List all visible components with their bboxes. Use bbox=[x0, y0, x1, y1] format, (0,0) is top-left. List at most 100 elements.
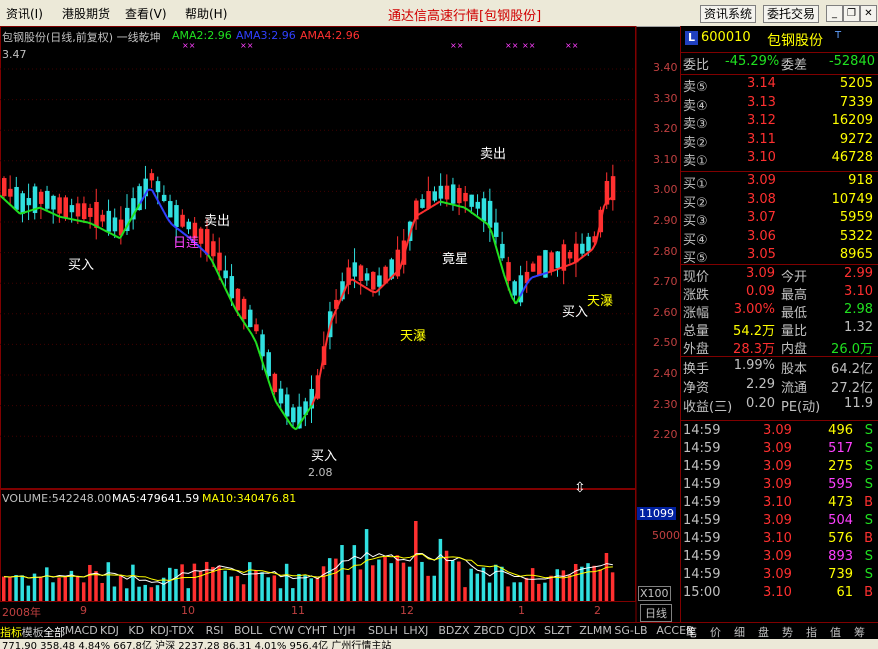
indicator-tab[interactable]: CYW bbox=[269, 624, 294, 637]
indicator-tab[interactable]: MACD bbox=[65, 624, 98, 637]
close-icon[interactable]: ✕ bbox=[860, 5, 877, 22]
panel-tab[interactable]: 势 bbox=[782, 624, 793, 640]
price-tick: 3.40 bbox=[653, 61, 678, 74]
volume-bar bbox=[51, 582, 55, 601]
volume-bar bbox=[180, 564, 184, 601]
indicator-tab[interactable]: LHXJ bbox=[403, 624, 428, 637]
volume-bar bbox=[161, 577, 166, 601]
annotation-tianpu-1: 天瀑 bbox=[400, 329, 427, 344]
volume-bar bbox=[20, 575, 24, 601]
t-badge-icon: T bbox=[835, 30, 842, 41]
restore-icon[interactable]: ❐ bbox=[843, 5, 860, 22]
indicator-tab[interactable]: KDJ-TDX bbox=[150, 624, 194, 637]
candle-body bbox=[63, 197, 68, 218]
volume-bar bbox=[229, 576, 234, 601]
indicator-tab[interactable]: BDZX bbox=[438, 624, 469, 637]
indicator-tab[interactable]: CYHT bbox=[298, 624, 327, 637]
price-tick: 2.90 bbox=[653, 214, 678, 227]
quote-panel: L 600010 包钢股份 T 委比 -45.29% 委差 -52840 卖⑤ 3… bbox=[680, 26, 878, 622]
indicator-tab[interactable]: SDLH bbox=[368, 624, 398, 637]
volume-bar bbox=[137, 586, 141, 601]
indicator-tab[interactable]: 全部 bbox=[43, 624, 65, 640]
volume-bar bbox=[401, 562, 406, 601]
price-tick: 3.20 bbox=[653, 122, 678, 136]
price-tick: 2.30 bbox=[653, 397, 678, 411]
trade-button[interactable]: 委托交易 bbox=[763, 5, 820, 23]
indicator-tab[interactable]: SG-LB bbox=[614, 624, 647, 637]
candle-body bbox=[217, 252, 222, 271]
indicator-tab[interactable]: ZBCD bbox=[474, 624, 505, 637]
indicator-tab[interactable]: KDJ bbox=[100, 624, 119, 637]
volume-bar bbox=[567, 574, 572, 601]
panel-tab[interactable]: 细 bbox=[734, 624, 745, 640]
candle-body bbox=[580, 243, 585, 254]
indicator-tab[interactable]: RSI bbox=[206, 624, 224, 637]
candle-body bbox=[94, 202, 99, 228]
panel-tab[interactable]: 指 bbox=[806, 624, 817, 640]
ask-row: 卖③ 3.12 16209 bbox=[683, 113, 873, 132]
volume-bar bbox=[371, 565, 375, 601]
indicator-tab[interactable]: SLZT bbox=[544, 624, 571, 637]
indicator-tab[interactable]: LYJH bbox=[333, 624, 356, 637]
candle-body bbox=[364, 273, 370, 281]
volume-bar bbox=[284, 563, 289, 601]
candle-body bbox=[180, 214, 185, 227]
x-label-oct: 10 bbox=[181, 604, 195, 617]
panel-tab[interactable]: 笔 bbox=[686, 624, 697, 640]
tick-row: 15:00 3.10 61 B bbox=[683, 585, 873, 600]
volume-bar bbox=[100, 582, 104, 601]
volume-unit: X100 bbox=[638, 586, 671, 601]
volume-bar bbox=[543, 582, 547, 601]
panel-tab[interactable]: 价 bbox=[710, 624, 721, 640]
indicator-tab[interactable]: BOLL bbox=[234, 624, 262, 637]
indicator-tab[interactable]: 指标 bbox=[0, 624, 22, 640]
indicator-tab[interactable]: ZLMM bbox=[579, 624, 612, 637]
tick-row: 14:59 3.09 275 S bbox=[683, 459, 873, 474]
tick-row: 14:59 3.10 576 B bbox=[683, 531, 873, 546]
candle-body bbox=[530, 263, 536, 272]
candle-body bbox=[14, 186, 19, 210]
info-system-button[interactable]: 资讯系统 bbox=[700, 5, 757, 23]
candle-body bbox=[450, 184, 456, 204]
volume-bar bbox=[94, 571, 98, 601]
indicator-tab[interactable]: KD bbox=[128, 624, 144, 637]
kline-chart[interactable]: ×× ×× ×× ×× ×× ×× bbox=[0, 26, 680, 622]
daily-period-button[interactable]: 日线 bbox=[640, 604, 672, 622]
volume-bar bbox=[131, 564, 135, 601]
menu-view[interactable]: 查看(V) bbox=[125, 5, 167, 22]
stat-row: 外盘 28.3万 内盘 26.0万 bbox=[683, 342, 873, 357]
volume-bar bbox=[414, 521, 418, 601]
volume-bar bbox=[475, 573, 480, 601]
volume-bar bbox=[38, 576, 43, 601]
candle-body bbox=[88, 207, 93, 217]
indicator-tab[interactable]: CJDX bbox=[509, 624, 536, 637]
menu-help[interactable]: 帮助(H) bbox=[185, 5, 227, 22]
candle-body bbox=[20, 193, 25, 214]
volume-tick: 5000 bbox=[652, 529, 680, 542]
panel-tab[interactable]: 盘 bbox=[758, 624, 769, 640]
volume-bar bbox=[364, 529, 369, 601]
candle-body bbox=[26, 198, 32, 206]
menu-info[interactable]: 资讯(I) bbox=[6, 5, 43, 22]
volume-bar bbox=[530, 568, 535, 601]
panel-tab[interactable]: 值 bbox=[830, 624, 841, 640]
volume-bar bbox=[168, 567, 172, 601]
annotation-jingxing: 竟星 bbox=[442, 252, 469, 267]
ama3-label: AMA3:2.96 bbox=[236, 29, 296, 42]
minimize-icon[interactable]: _ bbox=[826, 5, 843, 22]
status-bar: 771.90 358.48 4.84% 667.8亿 沪深 2237.28 86… bbox=[0, 639, 878, 649]
ama4-label: AMA4:2.96 bbox=[300, 29, 360, 42]
menu-hk-futures[interactable]: 港股期货 bbox=[62, 5, 110, 22]
low-price-label: 2.08 bbox=[308, 466, 333, 479]
candle-body bbox=[444, 185, 450, 200]
volume-bar bbox=[352, 545, 357, 601]
x-label-dec: 12 bbox=[400, 604, 414, 617]
indicator-tab[interactable]: 模板 bbox=[22, 624, 44, 640]
panel-tab[interactable]: 筹 bbox=[854, 624, 865, 640]
candle-body bbox=[426, 191, 431, 209]
candle-body bbox=[248, 309, 253, 328]
price-tick: 2.50 bbox=[653, 336, 678, 350]
candle-body bbox=[266, 352, 271, 377]
volume-bar bbox=[174, 568, 178, 601]
bid-row: 买③ 3.07 5959 bbox=[683, 210, 873, 229]
